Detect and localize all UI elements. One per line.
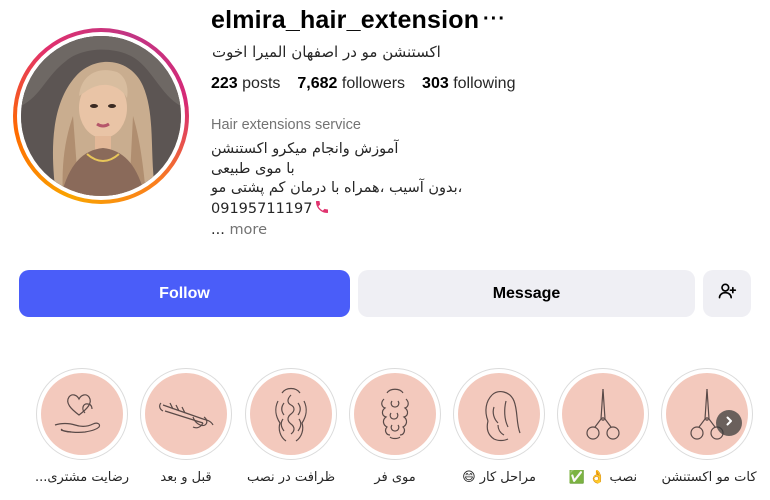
followers-stat[interactable]: 7,682 followers	[297, 75, 405, 93]
highlight-ring	[453, 368, 545, 460]
bio-phone-line: 09195711197	[211, 199, 462, 222]
highlight-cover	[354, 373, 436, 455]
highlight-label: نصب 👌 ✅	[568, 470, 638, 485]
highlight-cover	[458, 373, 540, 455]
highlight-cover	[562, 373, 644, 455]
chevron-right-icon	[723, 414, 735, 432]
posts-label: posts	[242, 75, 281, 92]
profile-category: Hair extensions service	[211, 117, 361, 133]
highlight-cover	[145, 373, 227, 455]
avatar-portrait	[21, 36, 181, 196]
following-label: following	[453, 75, 516, 92]
highlight-item[interactable]: قبل و بعد	[140, 368, 232, 485]
followers-label: followers	[341, 75, 406, 92]
story-highlights: رضایت مشتری... قبل و بعد ظرافت در نصب مو…	[0, 368, 770, 500]
bio-more-link[interactable]: ... more	[211, 221, 462, 241]
highlight-item[interactable]: مراحل کار 😄	[453, 368, 545, 485]
add-user-icon	[717, 281, 737, 306]
highlight-label: مراحل کار 😄	[462, 470, 536, 485]
highlight-item[interactable]: ظرافت در نصب	[245, 368, 337, 485]
highlight-item[interactable]: موی فر	[349, 368, 441, 485]
following-count: 303	[422, 75, 449, 92]
posts-stat[interactable]: 223 posts	[211, 75, 280, 93]
bio-line: ،بدون آسیب ،همراه با درمان کم پشتی مو	[211, 180, 463, 196]
avatar[interactable]	[21, 36, 181, 196]
following-stat[interactable]: 303 following	[422, 75, 515, 93]
highlight-label: قبل و بعد	[160, 470, 212, 485]
profile-stats: 223 posts 7,682 followers 303 following	[211, 75, 515, 93]
profile-bio: آموزش وانجام میکرو اکستنشن با موی طبیعی …	[211, 140, 462, 241]
highlight-item[interactable]: رضایت مشتری...	[35, 368, 129, 485]
avatar-ring-gap	[17, 32, 185, 200]
scissors-icon	[586, 388, 620, 440]
phone-icon	[314, 199, 330, 222]
curling-iron-icon	[159, 402, 214, 429]
hair-portrait-icon	[485, 391, 521, 442]
braid-back-icon	[275, 387, 307, 442]
highlight-ring	[36, 368, 128, 460]
highlight-label: کات مو اکستنشن	[661, 470, 757, 485]
bio-phone-number: 09195711197	[211, 200, 313, 217]
bio-line: آموزش وانجام میکرو اکستنشن	[211, 141, 399, 157]
profile-avatar-ring[interactable]	[13, 28, 189, 204]
highlight-label: موی فر	[374, 470, 416, 485]
hearts-hand-icon	[54, 394, 101, 433]
highlight-ring	[349, 368, 441, 460]
profile-username: elmira_hair_extension	[211, 6, 480, 34]
highlights-next-button[interactable]	[716, 410, 742, 436]
more-options-icon[interactable]: ···	[483, 8, 506, 31]
posts-count: 223	[211, 75, 238, 92]
curly-hair-icon	[381, 388, 409, 440]
highlight-cover	[41, 373, 123, 455]
message-button[interactable]: Message	[358, 270, 695, 317]
add-user-button[interactable]	[703, 270, 751, 317]
highlight-ring	[557, 368, 649, 460]
bio-line: با موی طبیعی	[211, 160, 295, 177]
bio-more-dots: ...	[211, 222, 225, 238]
highlight-ring	[140, 368, 232, 460]
highlight-label: ظرافت در نصب	[246, 470, 336, 485]
followers-count: 7,682	[297, 75, 338, 92]
highlight-cover	[250, 373, 332, 455]
highlight-item[interactable]: نصب 👌 ✅	[557, 368, 649, 485]
profile-full-name: اکستنشن مو در اصفهان المیرا اخوت	[212, 43, 441, 61]
follow-button[interactable]: Follow	[19, 270, 350, 317]
bio-more-label: more	[229, 222, 267, 238]
highlight-ring	[245, 368, 337, 460]
highlight-label: رضایت مشتری...	[34, 470, 130, 485]
